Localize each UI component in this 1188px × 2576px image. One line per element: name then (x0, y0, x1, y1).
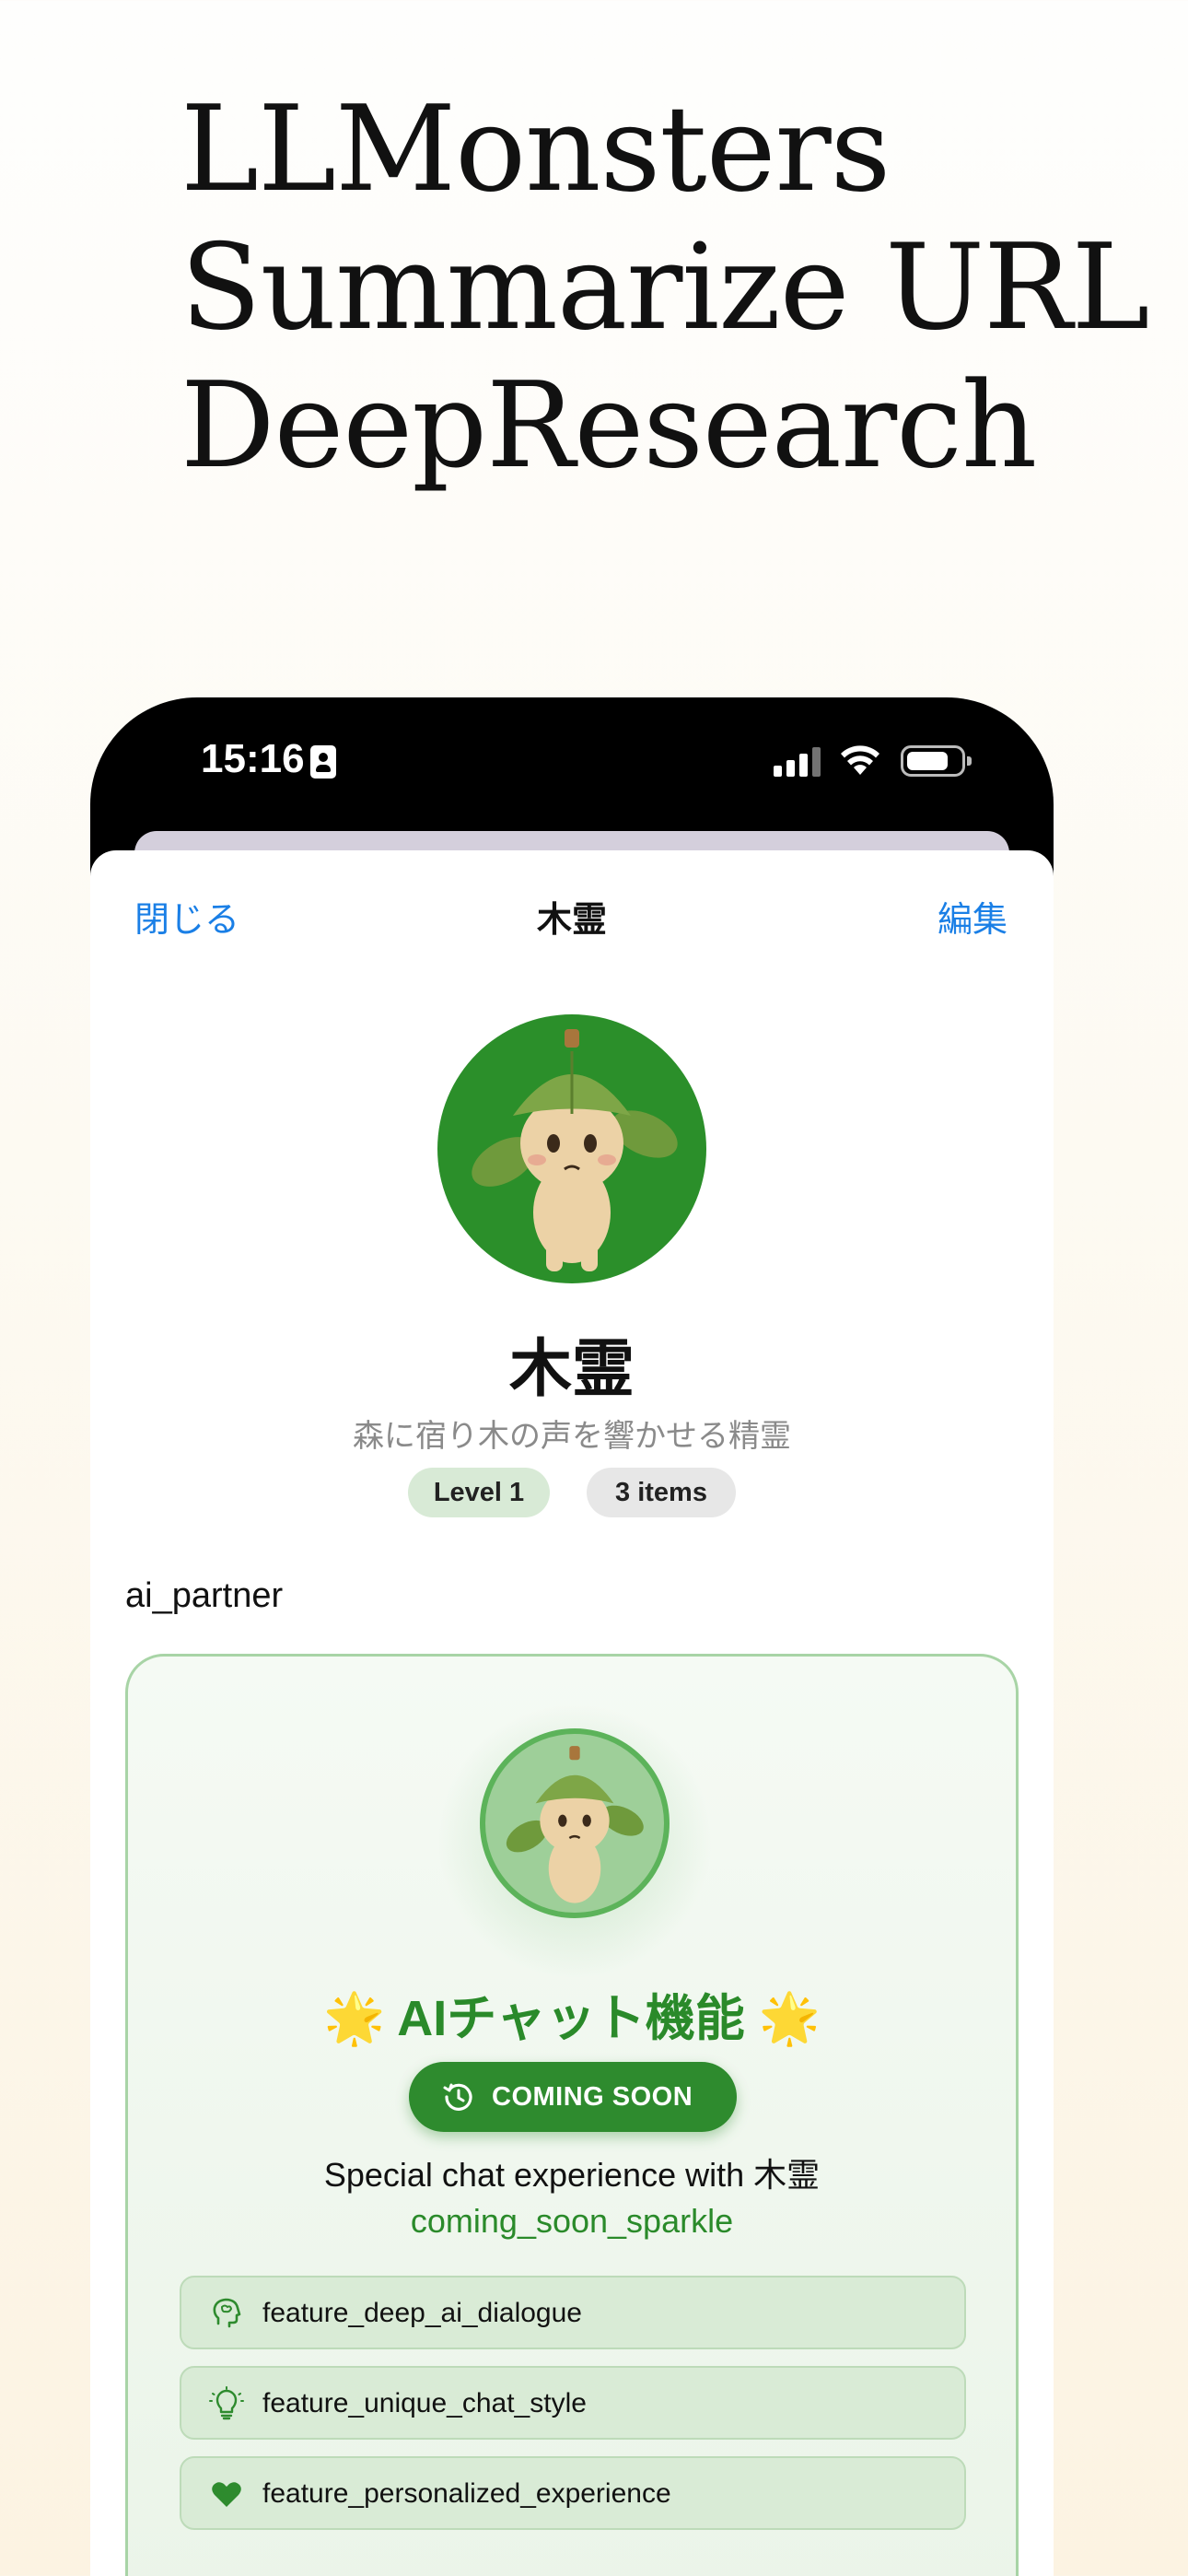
headline-line-2: Summarize URL (181, 219, 1149, 357)
nav-title: 木霊 (536, 901, 607, 940)
edit-button[interactable]: 編集 (938, 891, 1007, 942)
cellular-signal-icon (774, 747, 821, 777)
headline-line-3: DeepResearch (181, 357, 1037, 495)
monster-subtitle: 森に宿り木の声を響かせる精霊 (353, 1419, 791, 1454)
monster-name: 木霊 (508, 1334, 635, 1404)
status-time: 15:16 (201, 736, 305, 781)
coming-soon-sparkle-text: coming_soon_sparkle (410, 2202, 734, 2240)
feature-row-personalized-experience: feature_personalized_experience (180, 2456, 966, 2530)
contact-card-icon (310, 745, 336, 779)
nav-bar: 閉じる 木霊 編集 (90, 850, 1054, 979)
ai-chat-title: 🌟 AIチャット機能 🌟 (128, 1977, 1016, 2050)
ai-chat-title-text: AIチャット機能 (397, 1991, 745, 2046)
lightbulb-icon (209, 2386, 244, 2420)
kodama-illustration-small (506, 1746, 644, 1903)
headline: LLMonsters Summarize URL DeepResearch (181, 81, 1175, 496)
items-badge: 3 items (587, 1468, 736, 1517)
kodama-illustration (472, 1029, 678, 1271)
coming-soon-label: COMING SOON (492, 2082, 693, 2112)
feature-row-unique-chat-style: feature_unique_chat_style (180, 2366, 966, 2440)
wifi-icon (841, 745, 879, 775)
card-monster-avatar (480, 1728, 670, 1918)
battery-icon (901, 745, 972, 777)
status-bar: 15:16 (90, 697, 1054, 808)
phone-frame: 15:16 閉じる 木霊 編集 木霊 森に宿り木の声を響かせる精霊 Level … (90, 697, 1054, 2576)
heart-icon (212, 2482, 241, 2507)
section-title: ai_partner (125, 1576, 284, 1615)
monster-detail-sheet: 閉じる 木霊 編集 木霊 森に宿り木の声を響かせる精霊 Level 1 3 it… (90, 850, 1054, 2576)
monster-avatar[interactable] (437, 1014, 706, 1283)
brain-icon (213, 2298, 241, 2328)
feature-label: feature_deep_ai_dialogue (262, 2298, 582, 2328)
feature-label: feature_personalized_experience (262, 2478, 671, 2509)
star-icon-right: 🌟 (758, 1991, 821, 2046)
coming-soon-button[interactable]: COMING SOON (409, 2062, 737, 2132)
ai-chat-card: 🌟 AIチャット機能 🌟 COMING SOON Special chat ex… (125, 1654, 1019, 2576)
headline-line-1: LLMonsters (181, 81, 891, 218)
level-badge: Level 1 (408, 1468, 550, 1517)
feature-row-deep-ai-dialogue: feature_deep_ai_dialogue (180, 2276, 966, 2349)
clock-arrow-icon (443, 2083, 472, 2111)
star-icon-left: 🌟 (323, 1991, 386, 2046)
chat-description: Special chat experience with 木霊 (323, 2156, 821, 2194)
feature-label: feature_unique_chat_style (262, 2388, 587, 2418)
